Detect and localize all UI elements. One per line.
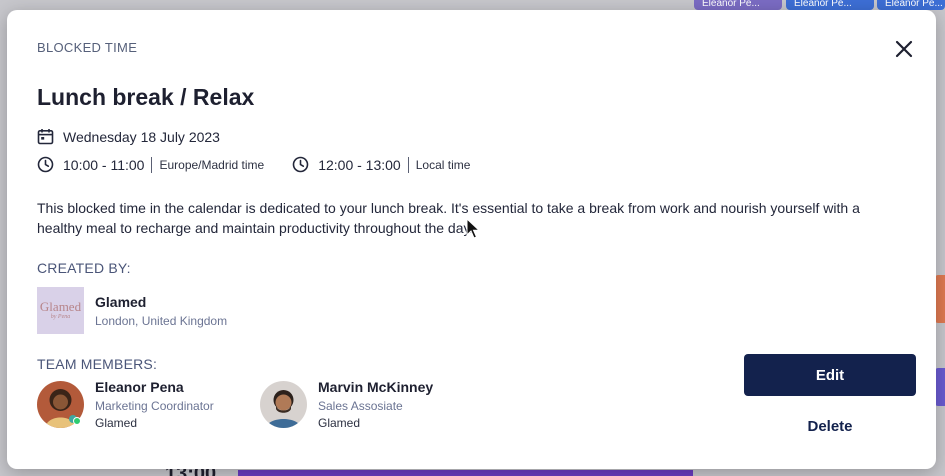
event-timezone-primary: Europe/Madrid time — [159, 157, 265, 172]
member-role: Sales Assosiate — [318, 399, 403, 413]
event-time-local: 12:00 - 13:00 — [318, 156, 401, 173]
online-status-dot — [73, 417, 81, 425]
member-org: Glamed — [318, 416, 361, 430]
clock-icon — [292, 156, 309, 173]
divider — [151, 156, 153, 173]
created-by-label: CREATED BY: — [37, 260, 131, 276]
calendar-icon — [37, 128, 54, 145]
clock-icon — [37, 156, 54, 173]
modal-eyebrow: BLOCKED TIME — [37, 40, 138, 55]
close-icon — [893, 40, 915, 64]
background-event-block — [935, 275, 945, 323]
event-timezone-local: Local time — [415, 157, 471, 172]
delete-button[interactable]: Delete — [744, 415, 916, 437]
modal-title: Lunch break / Relax — [37, 84, 255, 110]
avatar — [260, 381, 307, 428]
member-name: Eleanor Pena — [95, 379, 184, 395]
member-org: Glamed — [95, 416, 138, 430]
creator-logo: Glamed by Pena — [37, 287, 84, 334]
event-date: Wednesday 18 July 2023 — [63, 128, 220, 145]
team-member-card[interactable]: Eleanor Pena Marketing Coordinator Glame… — [37, 379, 214, 430]
team-members-label: TEAM MEMBERS: — [37, 356, 158, 372]
close-button[interactable] — [893, 38, 915, 60]
team-member-card[interactable]: Marvin McKinney Sales Assosiate Glamed — [260, 379, 433, 430]
creator-card[interactable]: Glamed by Pena Glamed London, United Kin… — [37, 287, 227, 334]
background-event-block — [935, 368, 945, 406]
member-name: Marvin McKinney — [318, 379, 434, 395]
background-event-bar — [238, 470, 693, 476]
edit-button[interactable]: Edit — [744, 354, 916, 396]
background-event-tab: Eleanor Pe... — [877, 0, 945, 10]
member-role: Marketing Coordinator — [95, 399, 214, 413]
mouse-cursor-icon — [466, 217, 481, 240]
divider — [407, 156, 409, 173]
event-time-row: 10:00 - 11:00 Europe/Madrid time 12:00 -… — [37, 156, 470, 173]
background-event-tab: Eleanor Pe... — [694, 0, 782, 10]
creator-location: London, United Kingdom — [95, 313, 228, 328]
event-time-primary: 10:00 - 11:00 — [63, 156, 145, 173]
event-date-row: Wednesday 18 July 2023 — [37, 128, 220, 145]
creator-name: Glamed — [95, 293, 147, 310]
background-event-tab: Eleanor Pe... — [786, 0, 874, 10]
